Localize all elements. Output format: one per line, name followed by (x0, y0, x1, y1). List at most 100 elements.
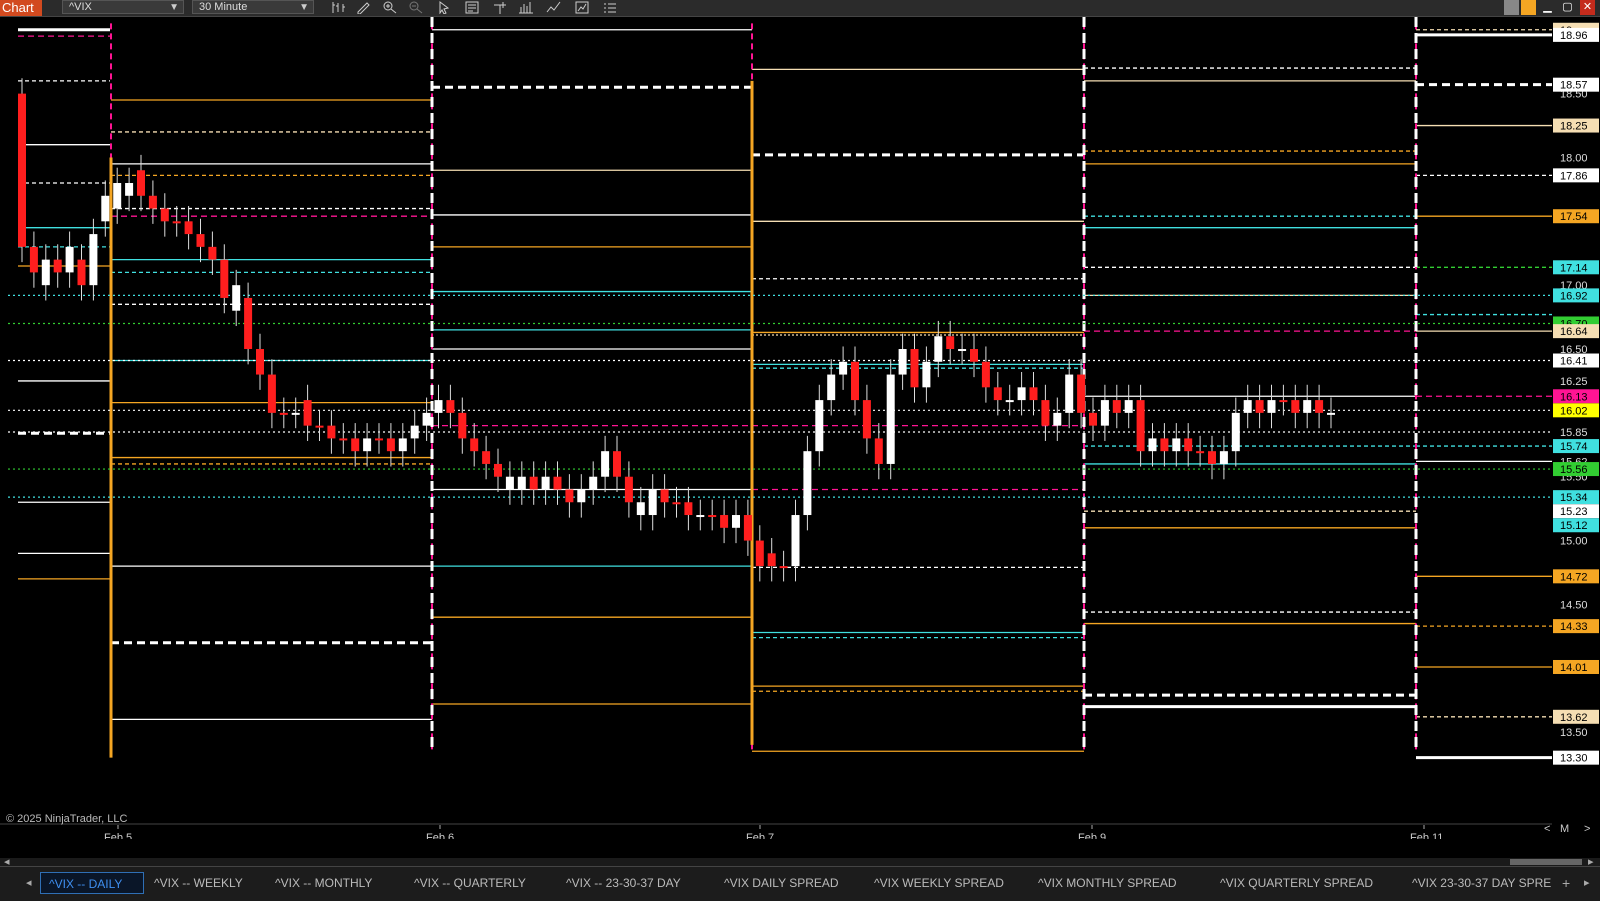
candle-body (934, 336, 943, 362)
candle-body (755, 540, 764, 567)
pencil-icon[interactable] (356, 1, 372, 15)
candle-body (410, 425, 419, 439)
candle-body (148, 195, 157, 209)
tab-vix-weekly[interactable]: ^VIX -- WEEKLY (146, 872, 258, 894)
candle-body (1160, 438, 1169, 452)
list-icon[interactable] (602, 1, 618, 14)
candle-body (1172, 438, 1181, 452)
pointer-icon[interactable] (436, 1, 452, 15)
candle-body (339, 438, 348, 441)
bar-type-icon[interactable] (330, 1, 346, 14)
tab-vix-23-30-37-day[interactable]: ^VIX -- 23-30-37 DAY (558, 872, 706, 894)
candle-body (1053, 412, 1062, 426)
price-chart[interactable]: 18.5018.0017.0016.5016.2515.8515.6215.50… (0, 17, 1600, 839)
candle-body (1243, 400, 1252, 413)
link-icon[interactable] (1521, 0, 1536, 15)
strategies-icon[interactable] (574, 1, 590, 14)
zoom-in-icon[interactable] (382, 1, 398, 14)
chart-panel[interactable]: 18.5018.0017.0016.5016.2515.8515.6215.50… (0, 17, 1600, 839)
candle-body (589, 476, 598, 490)
candle-body (767, 553, 776, 567)
minimize-icon[interactable]: ▁ (1540, 0, 1555, 15)
candle-body (327, 425, 336, 439)
candle-body (517, 476, 526, 490)
tab-vix-monthly-spread[interactable]: ^VIX MONTHLY SPREAD (1030, 872, 1202, 894)
chart-nav-next[interactable]: > (1584, 822, 1590, 836)
candle-body (862, 400, 871, 439)
candle-body (232, 285, 241, 311)
tabs-scroll-left-icon[interactable]: ◂ (26, 876, 32, 889)
add-tab-icon[interactable]: + (1562, 875, 1570, 891)
candle-body (839, 361, 848, 375)
interval-selector[interactable]: 30 Minute ▼ (192, 0, 314, 14)
tab-vix-daily[interactable]: ^VIX -- DAILY (40, 872, 144, 894)
candle-body (505, 476, 514, 490)
chart-mode-button[interactable]: M (1560, 822, 1569, 836)
copyright-text: © 2025 NinjaTrader, LLC (6, 813, 128, 825)
tab-vix-23-30-37-day-spre[interactable]: ^VIX 23-30-37 DAY SPRE (1404, 872, 1574, 894)
candle-body (553, 476, 562, 490)
price-tag-label: 14.72 (1560, 571, 1588, 583)
price-axis-label: 15.85 (1560, 427, 1588, 439)
candle-body (160, 208, 169, 222)
candle-body (29, 246, 38, 273)
close-icon[interactable]: ✕ (1580, 0, 1595, 15)
tab-vix-quarterly-spread[interactable]: ^VIX QUARTERLY SPREAD (1212, 872, 1394, 894)
instrument-selector[interactable]: ^VIX ▼ (62, 0, 184, 14)
time-axis-label: Feb 9 (1078, 832, 1106, 839)
tab-vix-daily-spread[interactable]: ^VIX DAILY SPREAD (716, 872, 856, 894)
candle-body (851, 361, 859, 401)
price-tag-label: 16.41 (1560, 356, 1588, 368)
candle-body (565, 489, 574, 503)
candle-body (137, 170, 145, 196)
candle-body (196, 234, 205, 247)
candle-body (1089, 412, 1097, 426)
candle-body (1315, 400, 1324, 413)
indicators-icon[interactable] (546, 1, 562, 14)
candle-body (1208, 451, 1216, 464)
candle-body (577, 489, 586, 503)
candle-body (815, 400, 824, 452)
candle-body (624, 476, 633, 503)
candle-body (220, 259, 229, 298)
color-scheme-icon[interactable] (1504, 0, 1519, 15)
candle-body (1184, 438, 1193, 452)
candle-body (720, 515, 729, 528)
candle-body (874, 438, 883, 464)
time-axis-label: Feb 7 (746, 832, 774, 839)
candle-body (256, 349, 264, 375)
candle-body (458, 412, 467, 439)
candle-body (601, 451, 610, 477)
candle-body (1136, 400, 1145, 452)
candle-body (827, 374, 836, 401)
price-tag-label: 17.86 (1560, 170, 1588, 182)
candle-body (1041, 400, 1050, 426)
zoom-out-icon[interactable] (408, 1, 424, 14)
tab-vix-weekly-spread[interactable]: ^VIX WEEKLY SPREAD (866, 872, 1020, 894)
tab-vix-quarterly[interactable]: ^VIX -- QUARTERLY (406, 872, 546, 894)
candle-body (1017, 387, 1026, 401)
chevron-down-icon: ▼ (169, 2, 179, 13)
price-tag-label: 18.25 (1560, 121, 1588, 133)
time-axis-label: Feb 5 (104, 832, 132, 839)
maximize-icon[interactable]: ▢ (1560, 0, 1575, 15)
candle-body (77, 259, 86, 286)
tabs-scroll-right-icon[interactable]: ▸ (1584, 876, 1590, 889)
volume-icon[interactable] (518, 1, 534, 14)
candle-body (53, 259, 62, 273)
interval-value: 30 Minute (199, 1, 248, 13)
candle-body (636, 502, 645, 516)
horizontal-scrollbar[interactable]: ◂ ▸ (0, 856, 1600, 868)
crosshair-icon[interactable] (492, 1, 508, 14)
candle-body (1219, 451, 1228, 464)
candle-body (434, 400, 443, 413)
scroll-thumb[interactable] (1510, 859, 1582, 865)
instrument-value: ^VIX (69, 1, 92, 13)
data-box-icon[interactable] (464, 1, 480, 14)
candle-body (993, 387, 1002, 401)
time-axis-label: Feb 6 (426, 832, 454, 839)
candle-body (946, 336, 955, 350)
chart-nav-prev[interactable]: < (1544, 822, 1550, 836)
tab-vix-monthly[interactable]: ^VIX -- MONTHLY (267, 872, 395, 894)
candle-body (398, 438, 407, 452)
